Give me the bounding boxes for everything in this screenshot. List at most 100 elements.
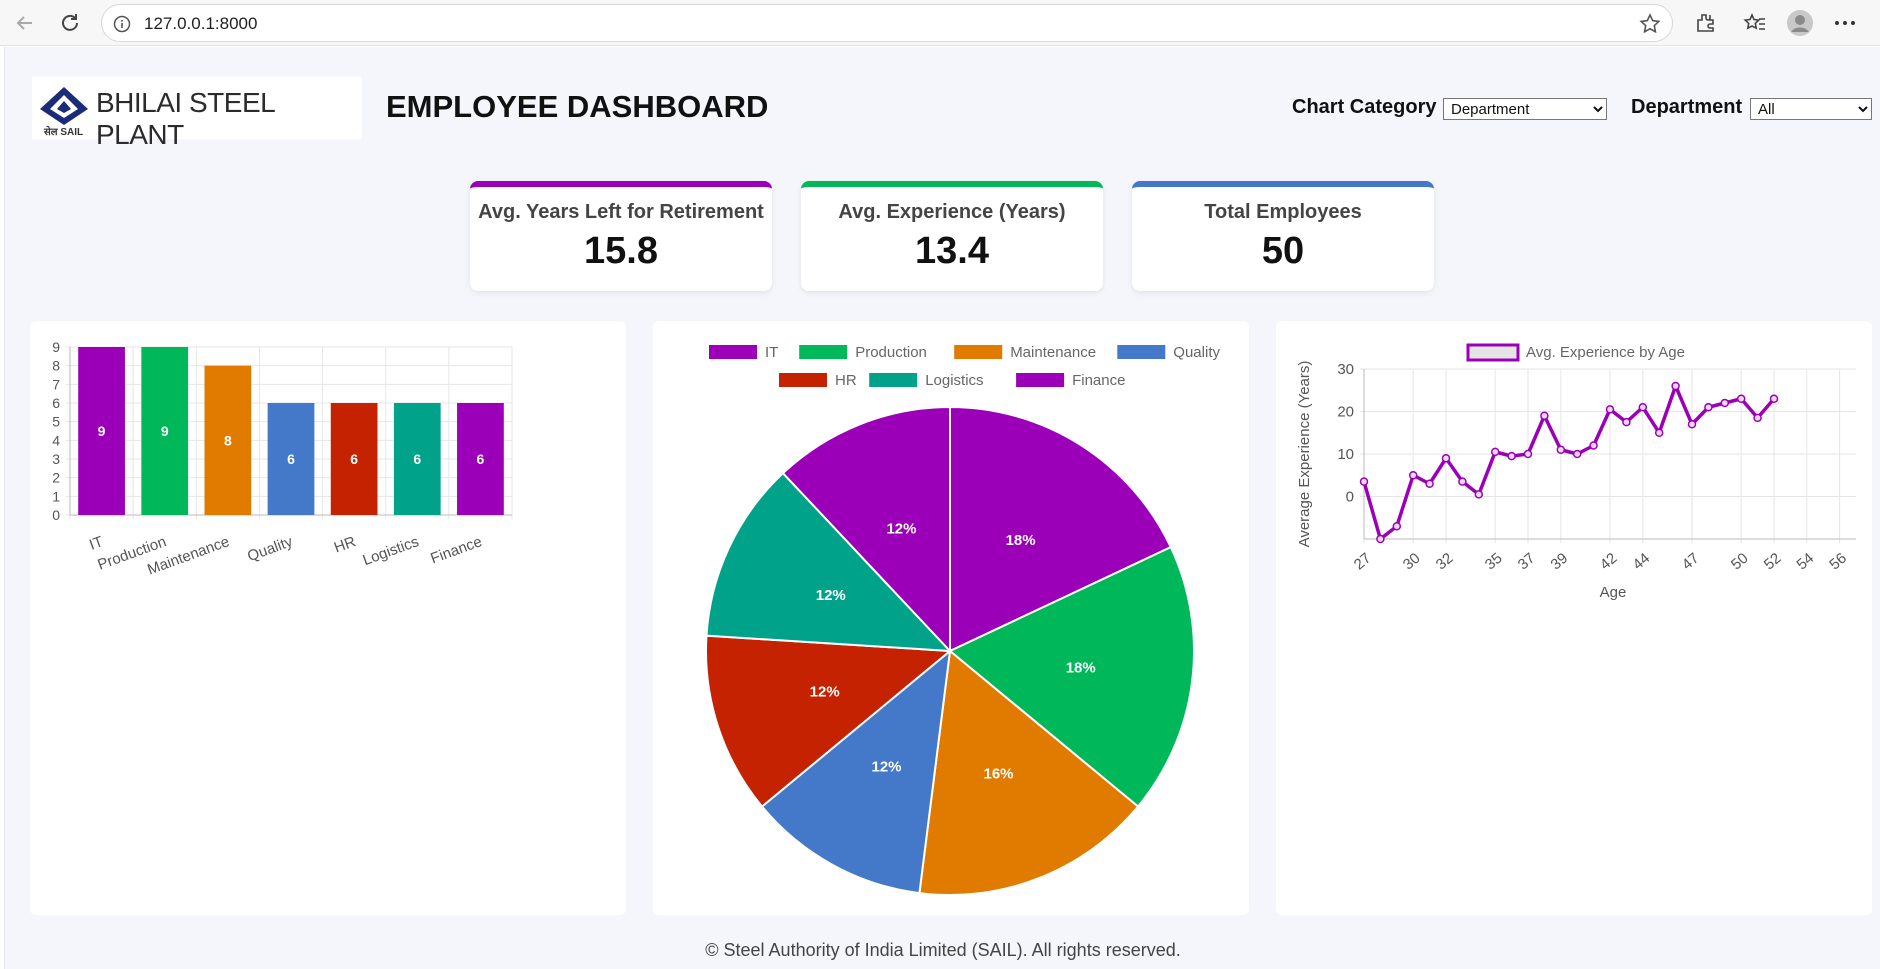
favorites-icon[interactable] — [1740, 8, 1770, 38]
data-point — [1704, 403, 1713, 412]
pie-slice-label: 18% — [1066, 660, 1096, 677]
browser-toolbar: 127.0.0.1:8000 — [0, 0, 1880, 46]
legend-swatch — [954, 345, 1003, 359]
y-tick-label: 30 — [1337, 361, 1354, 378]
x-axis-title: Age — [1600, 584, 1627, 601]
x-tick-label: 54 — [1794, 550, 1818, 574]
y-tick-label: 4 — [52, 432, 60, 448]
y-tick-label: 20 — [1337, 404, 1354, 421]
x-tick-label: 56 — [1826, 550, 1850, 574]
x-tick-label: 52 — [1761, 550, 1785, 574]
favorite-star-icon[interactable] — [1638, 12, 1662, 36]
pie-chart: IT Production Maintenance Quality HR Logistic… — [705, 344, 1220, 896]
data-point — [1605, 405, 1615, 414]
legend-label: Quality — [1173, 344, 1220, 361]
data-point — [1425, 479, 1434, 488]
data-point — [1589, 441, 1598, 450]
x-tick-label: Quality — [245, 533, 295, 565]
bar-value-label: 8 — [224, 432, 232, 448]
reload-icon[interactable] — [55, 8, 85, 38]
x-tick-label: 32 — [1433, 550, 1457, 574]
legend-label: Production — [855, 344, 927, 361]
data-point — [1720, 398, 1730, 408]
kpi-value: 50 — [1261, 230, 1305, 272]
data-point — [1523, 449, 1533, 459]
line-chart: Avg. Experience by Age 0 10 20 30 27 30 32 35 37 3… — [1296, 343, 1856, 601]
x-tick-label: 30 — [1400, 550, 1424, 574]
department-select[interactable]: All — [1750, 98, 1872, 120]
data-point — [1359, 477, 1369, 486]
chart-category-select[interactable]: Department — [1443, 98, 1607, 120]
y-tick-label: 9 — [52, 339, 60, 355]
data-point — [1654, 428, 1664, 437]
legend-swatch — [799, 345, 848, 359]
extensions-icon[interactable] — [1690, 8, 1720, 38]
bar-chart: 01234567899IT9Production8Maintenance6Qua… — [52, 339, 513, 579]
legend-swatch — [1117, 345, 1166, 359]
legend-label: IT — [765, 344, 778, 361]
data-point — [1556, 445, 1566, 454]
legend-label: Maintenance — [1010, 344, 1096, 361]
address-bar[interactable]: 127.0.0.1:8000 — [101, 4, 1673, 42]
kpi-value: 15.8 — [584, 230, 658, 272]
bhilai-logo: BHILAI STEEL PLANT सेल SAIL — [32, 77, 362, 150]
x-tick-label: 39 — [1548, 550, 1572, 574]
dashboard-page: BHILAI STEEL PLANT सेल SAIL EMPLOYEE DAS… — [4, 47, 1880, 969]
bar-value-label: 9 — [98, 423, 106, 439]
data-point — [1638, 403, 1648, 412]
x-tick-label: 35 — [1482, 550, 1506, 574]
data-point — [1376, 534, 1385, 544]
profile-avatar-icon[interactable] — [1785, 8, 1815, 38]
legend-swatch — [709, 345, 757, 359]
data-point — [1671, 381, 1680, 391]
legend-swatch — [869, 373, 918, 387]
data-point — [1474, 490, 1484, 499]
kpi-card-total-employees: Total Employees 50 — [1132, 181, 1434, 291]
y-tick-label: 0 — [52, 507, 60, 523]
line-chart-card: Avg. Experience by Age 0 10 20 30 27 30 32 35 37 3… — [1276, 321, 1872, 915]
page-title: EMPLOYEE DASHBOARD — [386, 89, 769, 124]
legend-label: Avg. Experience by Age — [1526, 344, 1685, 361]
kpi-title: Avg. Years Left for Retirement — [478, 201, 764, 223]
kpi-title: Avg. Experience (Years) — [838, 201, 1066, 223]
bar-value-label: 6 — [287, 451, 295, 467]
pie-slice-label: 12% — [872, 758, 902, 775]
data-point — [1408, 471, 1418, 480]
y-tick-label: 5 — [52, 414, 60, 430]
legend-swatch — [1016, 373, 1065, 387]
sail-logo-icon — [40, 87, 88, 125]
y-tick-label: 10 — [1337, 446, 1354, 463]
y-tick-label: 6 — [52, 395, 60, 411]
pie-slice-label: 12% — [886, 520, 916, 537]
y-axis-title: Average Experience (Years) — [1296, 361, 1313, 548]
data-point — [1622, 417, 1631, 427]
data-point — [1753, 413, 1762, 423]
legend-label: Finance — [1072, 372, 1125, 389]
site-info-icon[interactable] — [113, 15, 131, 33]
legend-swatch — [1466, 343, 1520, 362]
data-point — [1572, 449, 1582, 459]
url-text[interactable]: 127.0.0.1:8000 — [144, 14, 257, 34]
more-options-icon[interactable] — [1830, 8, 1860, 38]
x-tick-label: 50 — [1728, 550, 1752, 574]
x-tick-label: 44 — [1630, 550, 1654, 574]
series-line — [1362, 384, 1776, 541]
pie-slice-label: 12% — [816, 587, 846, 604]
data-point — [1507, 451, 1516, 461]
x-tick-label: IT — [87, 533, 105, 554]
pie-slice-label: 18% — [1006, 532, 1036, 549]
x-tick-label: 42 — [1597, 550, 1621, 574]
y-tick-label: 0 — [1346, 489, 1354, 506]
department-label: Department — [1631, 96, 1743, 118]
back-arrow-icon[interactable] — [10, 8, 40, 38]
data-point — [1392, 522, 1402, 531]
data-point — [1490, 447, 1500, 457]
bar-value-label: 6 — [477, 451, 485, 467]
y-tick-label: 3 — [52, 451, 60, 467]
kpi-card-experience: Avg. Experience (Years) 13.4 — [801, 181, 1103, 291]
pie-slice-label: 12% — [810, 684, 840, 701]
kpi-title: Total Employees — [1204, 201, 1362, 223]
data-point — [1769, 394, 1779, 403]
logo-brand-text: BHILAI STEEL PLANT — [96, 87, 275, 150]
pie-slice-label: 16% — [983, 766, 1013, 783]
